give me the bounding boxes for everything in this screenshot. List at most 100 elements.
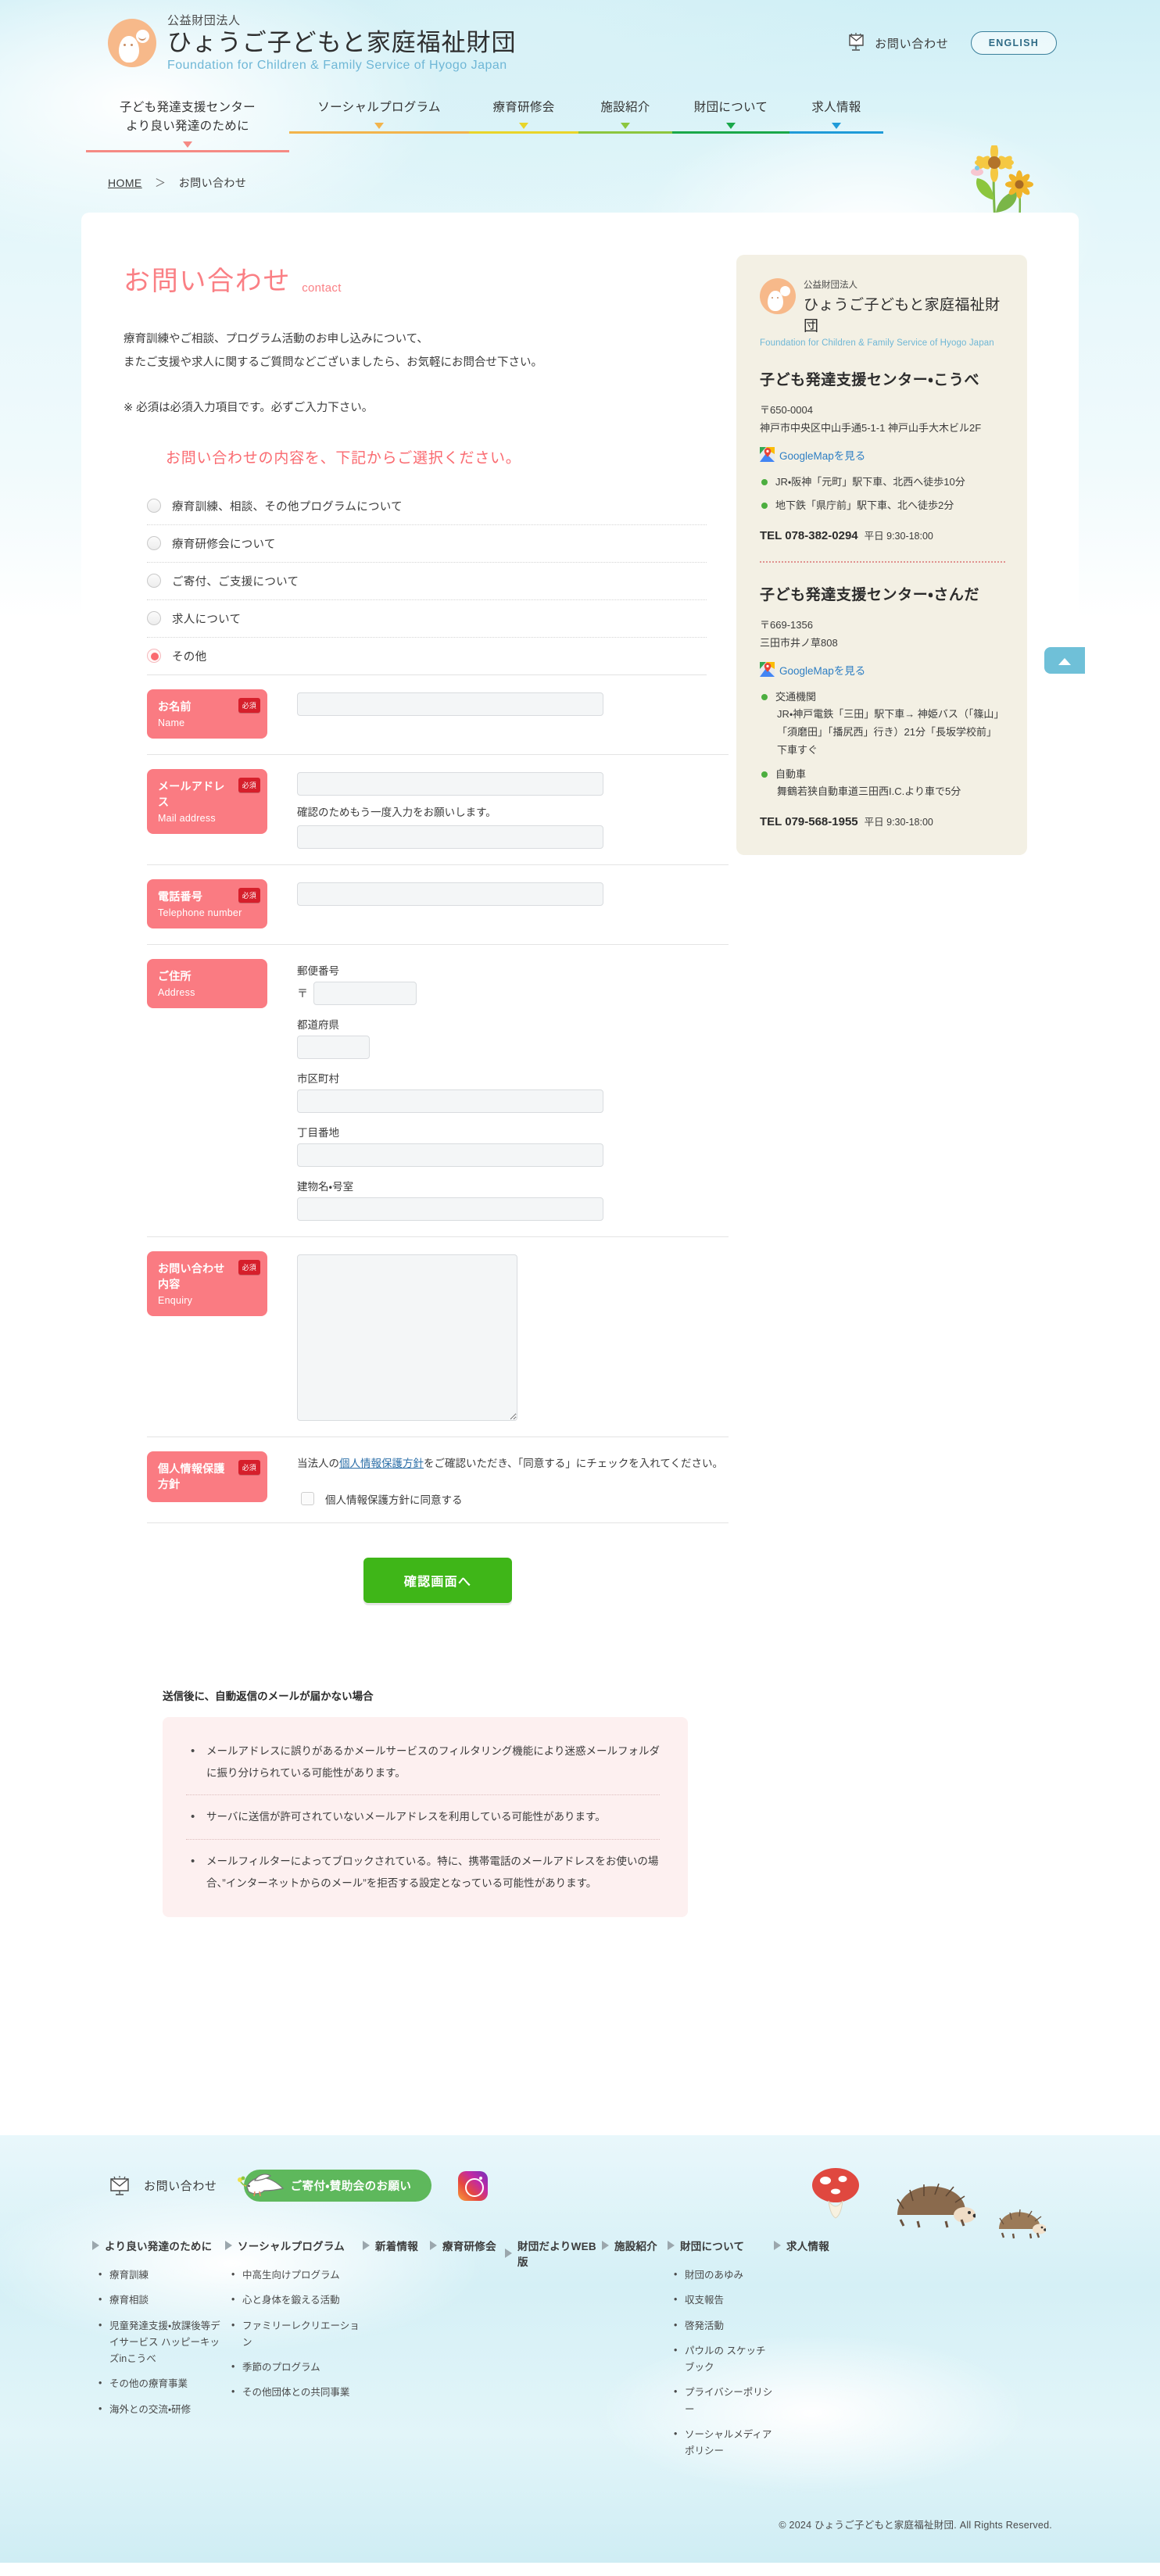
center-telephone: TEL 079-568-1955 平日 9:30-18:00	[760, 814, 1005, 828]
nav-item-5[interactable]: 財団について	[672, 86, 789, 134]
inquiry-option-3[interactable]: ご寄付、ご支援について	[147, 563, 707, 600]
sitemap-link[interactable]: 収支報告	[672, 2292, 774, 2309]
nav-item-6[interactable]: 求人情報	[789, 86, 883, 134]
footer-actions: お問い合わせ ご寄付・賛助会のお願い	[0, 2135, 1160, 2202]
sitemap-link[interactable]: その他団体との共同事業	[230, 2384, 363, 2401]
scroll-to-top-button[interactable]	[1044, 647, 1085, 674]
prefecture-label: 都道府県	[297, 1018, 339, 1031]
sitemap-link[interactable]: 中高生向けプログラム	[230, 2267, 363, 2284]
page-title-en: contact	[302, 281, 342, 295]
center-address: 〒650-0004 神戸市中央区中山手通5-1-1 神戸山手大木ビル2F	[760, 402, 1005, 438]
page-title: お問い合わせ contact	[124, 259, 730, 298]
sitemap-column-head[interactable]: より良い発達のために	[92, 2238, 225, 2253]
page-root: 公益財団法人 ひょうご子どもと家庭福祉財団 Foundation for Chi…	[0, 0, 1160, 2576]
radio-button[interactable]	[147, 499, 161, 513]
nav-item-3[interactable]: 療育研修会	[469, 86, 578, 134]
field-body-address: 郵便番号 〒 都道府県 市区町村 丁目番地 建物名・号室	[267, 959, 729, 1221]
sitemap-link[interactable]: 啓発活動	[672, 2317, 774, 2334]
panel-logo: 公益財団法人 ひょうご子どもと家庭福祉財団	[760, 278, 1005, 335]
privacy-agree-row[interactable]: 個人情報保護方針に同意する	[301, 1491, 729, 1507]
sitemap-column-head[interactable]: 療育研修会	[430, 2238, 505, 2253]
sitemap-list: 財団のあゆみ収支報告啓発活動パウルの スケッチブックプライバシーポリシーソーシャ…	[668, 2267, 774, 2460]
chevron-down-icon	[621, 123, 630, 130]
sitemap-link[interactable]: 季節のプログラム	[230, 2359, 363, 2376]
google-map-icon	[760, 447, 775, 462]
required-note: ※ 必須は必須入力項目です。必ずご入力下さい。	[124, 401, 374, 414]
submit-confirm-button[interactable]: 確認画面へ	[363, 1557, 513, 1603]
site-logo[interactable]: 公益財団法人 ひょうご子どもと家庭福祉財団 Foundation for Chi…	[108, 15, 516, 72]
mail-input[interactable]	[297, 771, 603, 796]
radio-button[interactable]	[147, 574, 161, 589]
nav-item-1[interactable]: 子ども発達支援センター より良い発達のために	[86, 86, 289, 153]
center-street: 神戸市中央区中山手通5-1-1 神戸山手大木ビル2F	[760, 421, 982, 434]
city-input[interactable]	[297, 1089, 603, 1113]
inquiry-option-label: 求人について	[172, 613, 242, 626]
radio-button[interactable]	[147, 611, 161, 626]
sitemap-column-7: 財団について財団のあゆみ収支報告啓発活動パウルの スケッチブックプライバシーポリ…	[668, 2238, 774, 2468]
main-navigation: 子ども発達支援センター より良い発達のために ソーシャルプログラム 療育研修会 施設紹介…	[0, 86, 1160, 153]
sitemap-link[interactable]: 児童発達支援・放課後等デイサービス ハッピーキッズinこうべ	[97, 2317, 225, 2368]
sitemap-link[interactable]: ソーシャルメディアポリシー	[672, 2426, 774, 2460]
intro-line-2: またご支援や求人に関するご質問などございましたら、お気軽にお問合せ下さい。	[124, 356, 543, 370]
breadcrumb-separator: ＞	[155, 177, 166, 189]
inquiry-option-5[interactable]: その他	[147, 638, 707, 675]
sitemap-link[interactable]: ファミリーレクリエーション	[230, 2317, 363, 2352]
sitemap-column-head[interactable]: 財団だよりWEB版	[505, 2238, 602, 2269]
privacy-agree-checkbox[interactable]	[301, 1492, 314, 1506]
sitemap-column-head[interactable]: 財団について	[668, 2238, 774, 2253]
telephone-input[interactable]	[297, 882, 603, 906]
prefecture-input[interactable]	[297, 1035, 370, 1059]
sitemap-link[interactable]: 療育相談	[97, 2292, 225, 2309]
sitemap-link[interactable]: プライバシーポリシー	[672, 2384, 774, 2418]
donate-button[interactable]: ご寄付・賛助会のお願い	[237, 2170, 432, 2202]
breadcrumb-home[interactable]: HOME	[108, 177, 142, 189]
center-zip: 〒669-1356	[760, 619, 813, 631]
zip-input[interactable]	[313, 981, 417, 1005]
form-row-telephone: 電話番号 Telephone number 必須	[147, 865, 729, 945]
name-input[interactable]	[297, 692, 603, 716]
block-input[interactable]	[297, 1143, 603, 1167]
sitemap-link[interactable]: 心と身体を鍛える活動	[230, 2292, 363, 2309]
intro-line-1: 療育訓練やご相談、プログラム活動のお申し込みについて、	[124, 333, 428, 345]
block-label: 丁目番地	[297, 1126, 339, 1139]
nav-item-2[interactable]: ソーシャルプログラム	[289, 86, 469, 134]
inquiry-option-1[interactable]: 療育訓練、相談、その他プログラムについて	[147, 488, 707, 525]
chevron-down-icon	[183, 141, 192, 148]
sitemap-link[interactable]: 療育訓練	[97, 2267, 225, 2284]
building-input[interactable]	[297, 1197, 603, 1221]
sitemap-link[interactable]: 財団のあゆみ	[672, 2267, 774, 2284]
sitemap-column-head[interactable]: 新着情報	[363, 2238, 430, 2253]
radio-button[interactable]	[147, 536, 161, 551]
google-map-link[interactable]: GoogleMapを見る	[760, 662, 1005, 678]
form-row-privacy: 個人情報保護方針 必須 当法人の個人情報保護方針をご確認いただき、「同意する」に…	[147, 1437, 729, 1523]
header-contact-link[interactable]: お問い合わせ	[839, 33, 949, 53]
sitemap-link[interactable]: 海外との交流・研修	[97, 2400, 225, 2418]
panel-logo-name: ひょうご子どもと家庭福祉財団	[804, 297, 1001, 335]
sitemap-column-head[interactable]: 施設紹介	[602, 2238, 668, 2253]
center-name: 子ども発達支援センター・さんだ	[760, 587, 980, 603]
failure-notice-item: メールフィルターによってブロックされている。特に、携帯電話のメールアドレスをお使…	[186, 1850, 660, 1894]
sitemap-link[interactable]: その他の療育事業	[97, 2375, 225, 2392]
google-map-link[interactable]: GoogleMapを見る	[760, 447, 1005, 463]
mail-confirm-input[interactable]	[297, 825, 603, 849]
business-hours: 平日 9:30-18:00	[864, 817, 933, 828]
language-english-button[interactable]: ENGLISH	[970, 31, 1057, 55]
radio-button[interactable]	[147, 649, 161, 664]
inquiry-option-4[interactable]: 求人について	[147, 600, 707, 638]
chevron-down-icon	[832, 123, 841, 130]
required-badge: 必須	[238, 1459, 260, 1475]
chevron-down-icon	[374, 123, 384, 130]
access-item: JR・阪神「元町」駅下車、北西へ徒歩10分	[760, 474, 1005, 492]
footer-contact-link[interactable]: お問い合わせ	[108, 2175, 217, 2196]
zip-row: 〒	[297, 981, 729, 1005]
enquiry-textarea[interactable]	[297, 1254, 517, 1421]
privacy-policy-link[interactable]: 個人情報保護方針	[339, 1458, 424, 1469]
inquiry-option-2[interactable]: 療育研修会について	[147, 525, 707, 563]
center-name: 子ども発達支援センター・こうべ	[760, 372, 980, 388]
nav-item-4[interactable]: 施設紹介	[578, 86, 672, 134]
instagram-icon[interactable]	[458, 2170, 489, 2201]
nav-item-label: 求人情報	[811, 101, 861, 114]
sitemap-column-head[interactable]: 求人情報	[774, 2238, 860, 2253]
sitemap-link[interactable]: パウルの スケッチブック	[672, 2342, 774, 2377]
sitemap-column-head[interactable]: ソーシャルプログラム	[225, 2238, 363, 2253]
